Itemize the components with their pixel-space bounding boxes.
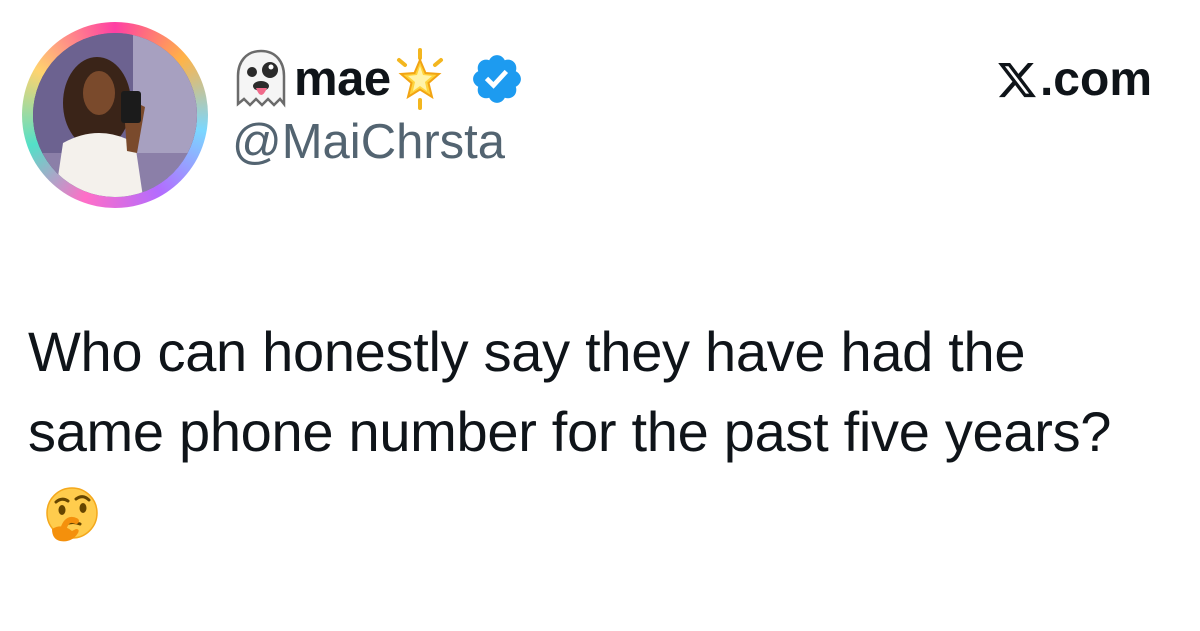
site-label[interactable]: .com bbox=[996, 52, 1152, 107]
tweet-body: Who can honestly say they have had the s… bbox=[28, 312, 1128, 552]
display-name-row[interactable]: mae bbox=[232, 44, 525, 114]
display-name: mae bbox=[294, 51, 391, 106]
thinking-face-emoji-icon bbox=[46, 487, 98, 542]
glowing-star-emoji-icon bbox=[396, 48, 443, 110]
tweet-header: mae @MaiChrsta bbox=[232, 44, 525, 170]
tweet-text: Who can honestly say they have had the s… bbox=[28, 320, 1112, 463]
verified-badge-icon[interactable] bbox=[469, 51, 525, 107]
author-handle[interactable]: @MaiChrsta bbox=[232, 115, 525, 170]
site-domain: .com bbox=[1039, 53, 1152, 106]
avatar[interactable] bbox=[33, 33, 197, 197]
avatar-photo bbox=[33, 33, 197, 197]
x-logo-icon bbox=[998, 62, 1036, 97]
ghost-tongue-emoji-icon bbox=[236, 49, 286, 108]
